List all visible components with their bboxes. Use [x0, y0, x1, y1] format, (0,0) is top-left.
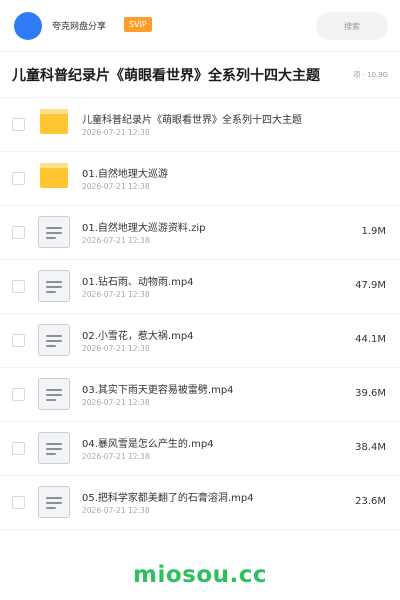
checkbox[interactable]	[12, 334, 25, 347]
folder-meta: 项 · 10.9G	[351, 70, 388, 80]
folder-icon	[38, 162, 70, 194]
file-name: 03.其实下雨天更容易被雷劈.mp4	[82, 385, 234, 396]
document-icon	[38, 324, 70, 356]
file-name: 04.暴风雪是怎么产生的.mp4	[82, 439, 214, 450]
file-date: 2026-07-21 12:38	[82, 398, 150, 407]
avatar	[14, 12, 42, 40]
file-name: 01.自然地理大巡游资料.zip	[82, 223, 206, 234]
title-bar: 儿童科普纪录片《萌眼看世界》全系列十四大主题 项 · 10.9G	[0, 52, 400, 98]
file-size: 47.9M	[355, 280, 386, 291]
document-icon	[38, 432, 70, 464]
checkbox[interactable]	[12, 118, 25, 131]
list-item[interactable]: 03.其实下雨天更容易被雷劈.mp4 2026-07-21 12:38 39.6…	[0, 368, 400, 422]
file-date: 2026-07-21 12:38	[82, 290, 150, 299]
file-date: 2026-07-21 12:38	[82, 182, 150, 191]
page-title: 儿童科普纪录片《萌眼看世界》全系列十四大主题	[12, 68, 320, 84]
file-size: 39.6M	[355, 388, 386, 399]
list-item[interactable]: 05.把科学家都美翻了的石膏溶洞.mp4 2026-07-21 12:38 23…	[0, 476, 400, 530]
document-icon	[38, 486, 70, 518]
checkbox[interactable]	[12, 280, 25, 293]
document-icon	[38, 378, 70, 410]
document-icon	[38, 270, 70, 302]
file-name: 儿童科普纪录片《萌眼看世界》全系列十四大主题	[82, 115, 302, 126]
list-item[interactable]: 01.自然地理大巡游 2026-07-21 12:38	[0, 152, 400, 206]
list-item[interactable]: 04.暴风雪是怎么产生的.mp4 2026-07-21 12:38 38.4M	[0, 422, 400, 476]
file-date: 2026-07-21 12:38	[82, 344, 150, 353]
folder-icon	[38, 108, 70, 140]
checkbox[interactable]	[12, 388, 25, 401]
watermark: miosou.cc	[132, 562, 268, 588]
file-size: 1.9M	[361, 226, 386, 237]
file-date: 2026-07-21 12:38	[82, 452, 150, 461]
list-item[interactable]: 01.自然地理大巡游资料.zip 2026-07-21 12:38 1.9M	[0, 206, 400, 260]
checkbox[interactable]	[12, 442, 25, 455]
file-size: 38.4M	[355, 442, 386, 453]
file-size: 44.1M	[355, 334, 386, 345]
file-date: 2026-07-21 12:38	[82, 236, 150, 245]
file-name: 01.钻石雨、动物雨.mp4	[82, 277, 194, 288]
file-date: 2026-07-21 12:38	[82, 506, 150, 515]
vip-badge: SVIP	[124, 17, 152, 32]
checkbox[interactable]	[12, 172, 25, 185]
search-placeholder: 搜索	[344, 21, 360, 31]
document-icon	[38, 216, 70, 248]
file-name: 01.自然地理大巡游	[82, 169, 168, 180]
file-name: 05.把科学家都美翻了的石膏溶洞.mp4	[82, 493, 254, 504]
share-name: 夸克网盘分享	[52, 22, 107, 32]
header: 夸克网盘分享 SVIP 搜索	[0, 0, 400, 52]
file-date: 2026-07-21 12:38	[82, 128, 150, 137]
list-item[interactable]: 儿童科普纪录片《萌眼看世界》全系列十四大主题 2026-07-21 12:38	[0, 98, 400, 152]
list-item[interactable]: 01.钻石雨、动物雨.mp4 2026-07-21 12:38 47.9M	[0, 260, 400, 314]
list-item[interactable]: 02.小雪花，惹大祸.mp4 2026-07-21 12:38 44.1M	[0, 314, 400, 368]
file-size: 23.6M	[355, 496, 386, 507]
checkbox[interactable]	[12, 226, 25, 239]
file-list: 儿童科普纪录片《萌眼看世界》全系列十四大主题 2026-07-21 12:38 …	[0, 98, 400, 530]
file-name: 02.小雪花，惹大祸.mp4	[82, 331, 194, 342]
share-page: 夸克网盘分享 SVIP 搜索 儿童科普纪录片《萌眼看世界》全系列十四大主题 项 …	[0, 0, 400, 600]
search-input[interactable]: 搜索	[316, 12, 388, 40]
checkbox[interactable]	[12, 496, 25, 509]
